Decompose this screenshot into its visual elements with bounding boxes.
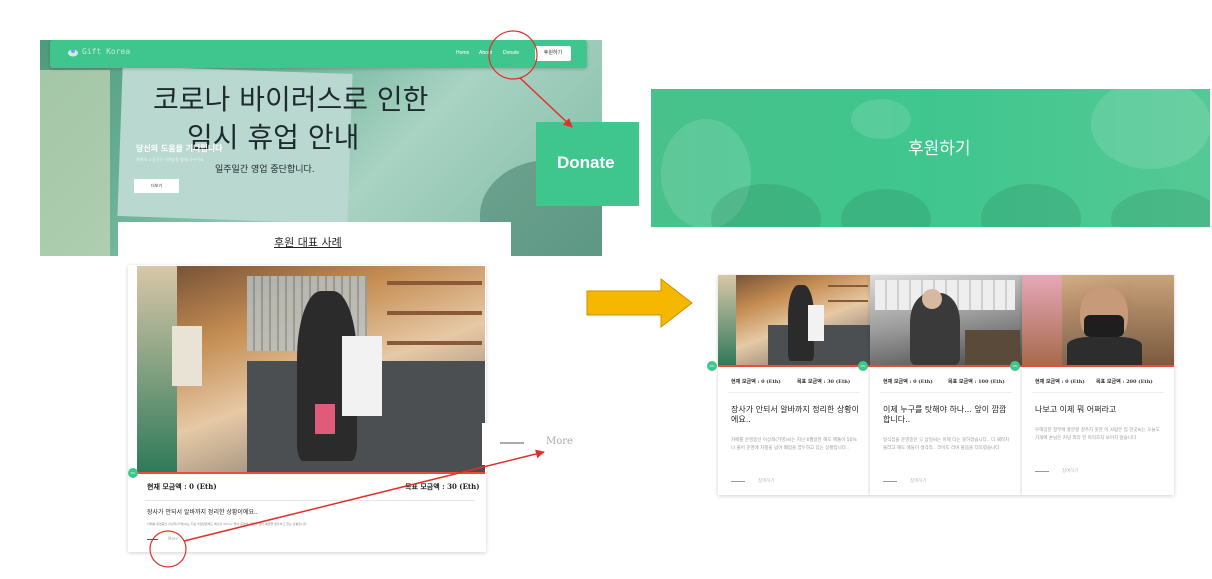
annotation-arrow-donate xyxy=(519,77,573,128)
campaign-card-1-title[interactable]: 장사가 안되서 알바까지 정리한 상황이에요.. xyxy=(731,405,861,425)
campaign-card-2-divider xyxy=(880,392,1012,393)
campaign-card-3-progress-bar xyxy=(1022,365,1174,367)
campaign-card-2-progress-bar xyxy=(870,365,1022,367)
campaign-card-3-goal: 목표 모금액 : 200 (Eth) xyxy=(1096,379,1153,385)
annotation-arrow-more xyxy=(183,449,545,542)
campaign-card-1-progress-bar xyxy=(718,365,870,367)
campaign-card-1-photo xyxy=(718,275,870,365)
campaign-card-3-join-link[interactable]: 참여하기 xyxy=(1062,468,1079,474)
campaign-card-1-goal: 목표 모금액 : 30 (Eth) xyxy=(797,379,851,385)
campaign-card-3-current: 현재 모금액 : 0 (Eth) xyxy=(1035,379,1085,385)
campaign-card-2-photo xyxy=(870,275,1022,365)
campaign-card-2-badge: 0% xyxy=(858,361,868,371)
campaign-card-2-goal: 목표 모금액 : 100 (Eth) xyxy=(948,379,1005,385)
campaign-card-3-title[interactable]: 나보고 이제 뭐 어쩌라고 xyxy=(1035,405,1165,415)
campaign-card-1-more-line xyxy=(731,481,745,482)
campaign-card-2-current: 현재 모금액 : 0 (Eth) xyxy=(883,379,933,385)
campaign-card-2-title[interactable]: 이제 누구를 탓해야 하나... 앞이 깜깜합니다.. xyxy=(883,405,1013,425)
campaign-card-3-photo xyxy=(1022,275,1174,365)
campaign-card-1-badge: 0% xyxy=(707,361,717,371)
campaign-card-1-divider xyxy=(728,392,860,393)
campaign-card-2-desc: 일식집을 운영중인 오 삼일씨는 이제 더는 못하겠습니다.. 다 때려치울라고… xyxy=(883,438,1010,451)
campaign-card-2-more-line xyxy=(883,481,897,482)
banner-title: 후원하기 xyxy=(908,139,971,159)
campaign-card-3-more-line xyxy=(1035,471,1049,472)
campaign-card-1-join-link[interactable]: 참여하기 xyxy=(758,478,775,484)
campaign-card-3-divider xyxy=(1032,392,1164,393)
campaign-card-1-current: 현재 모금액 : 0 (Eth) xyxy=(731,379,781,385)
campaign-card-1-desc: 카페를 운영중인 이상희(가명)씨는 지난 6월달만 해도 매출이 50%나 줄… xyxy=(731,438,857,451)
campaign-card-3-badge: 0% xyxy=(1010,361,1020,371)
campaign-card-3-desc: 우해임한 정부에 홍분할 걸주지 못한 이 사람은 집 한곳씨는 오늘도 가게에… xyxy=(1035,428,1160,441)
annotation-circle-more xyxy=(149,530,187,568)
campaign-card-2-join-link[interactable]: 참여하기 xyxy=(910,478,927,484)
annotation-circle-donate xyxy=(488,30,538,80)
transition-arrow-icon xyxy=(586,278,693,328)
